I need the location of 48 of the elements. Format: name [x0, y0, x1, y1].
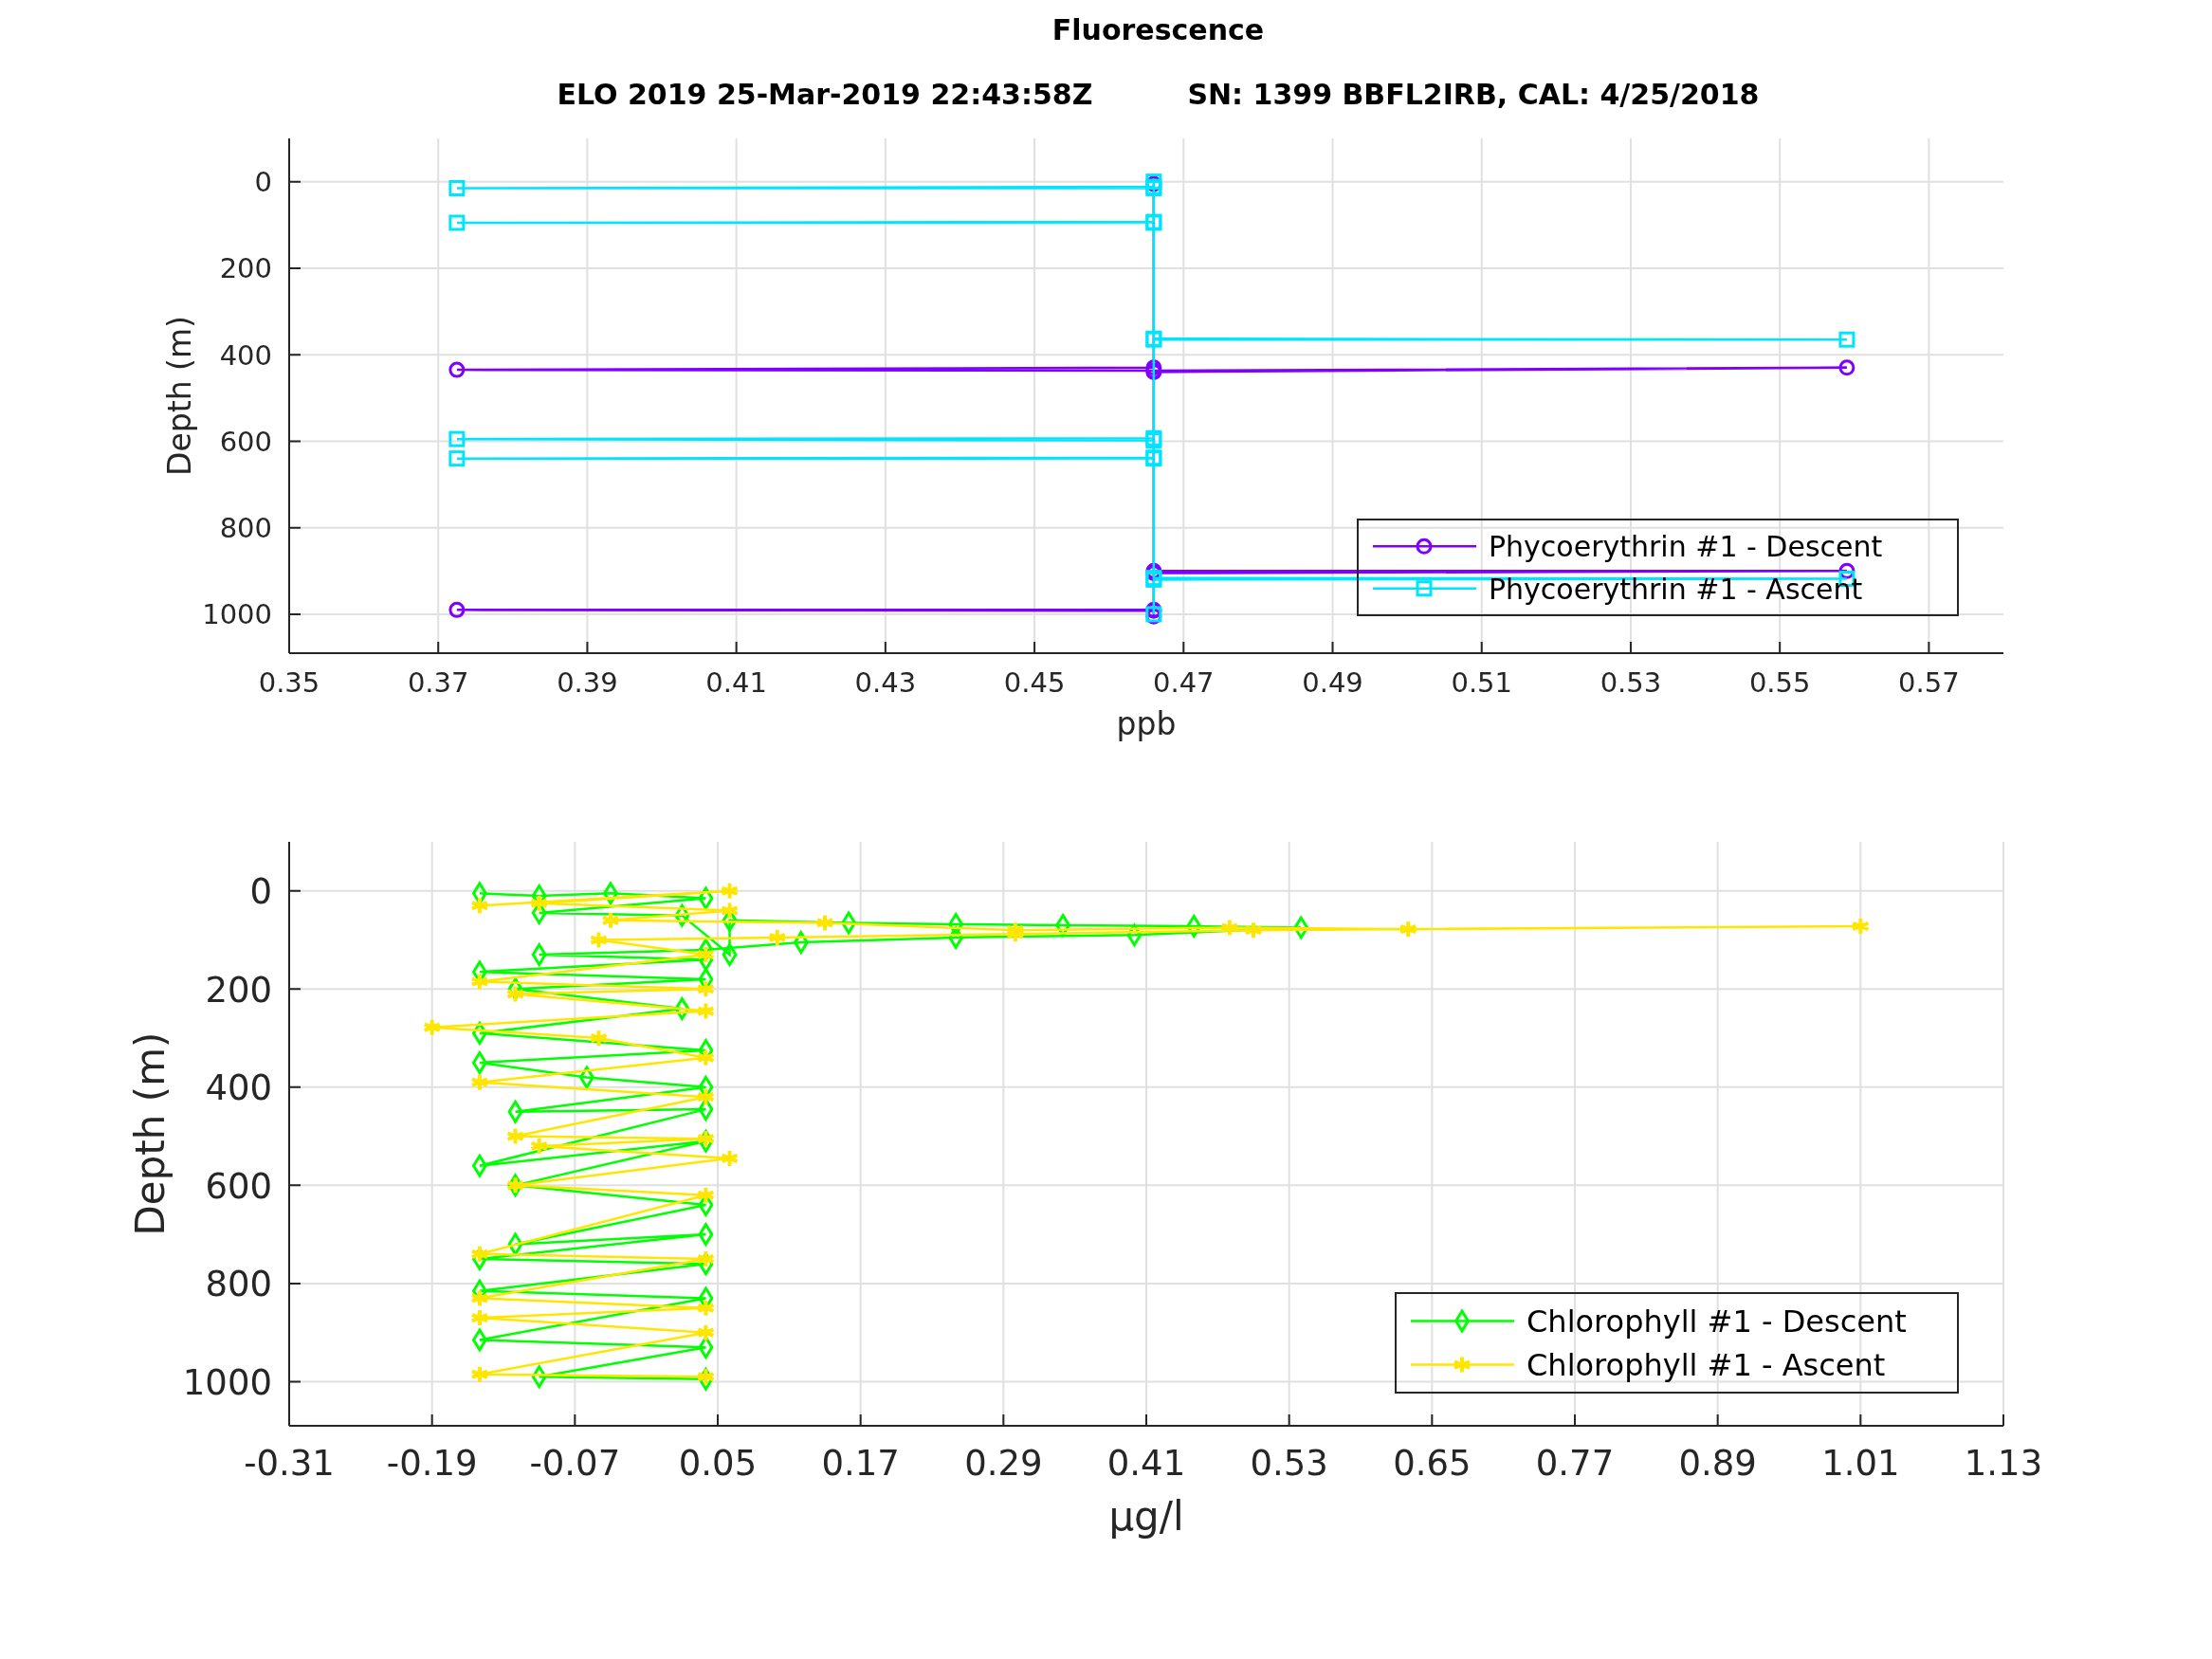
tick-label: 200: [219, 252, 272, 285]
tick-label: 0.55: [1748, 665, 1811, 699]
tick-label: -0.07: [529, 1443, 621, 1485]
tick-label: 0.51: [1451, 665, 1513, 699]
tick-label: 0.65: [1393, 1443, 1472, 1485]
tick-label: 0.05: [678, 1443, 758, 1485]
tick-label: 400: [219, 338, 272, 372]
tick-label: 0.37: [407, 665, 469, 699]
tick-label: 0.41: [1106, 1443, 1186, 1485]
axis-label: Depth (m): [161, 316, 199, 476]
tick-label: 800: [205, 1264, 272, 1305]
tick-label: 0.43: [854, 665, 917, 699]
tick-label: 0.47: [1153, 665, 1215, 699]
chart-subtitle: ELO 2019 25-Mar-2019 22:43:58Z: [557, 77, 1093, 111]
tick-label: 0: [249, 871, 272, 913]
tick-label: 0.53: [1250, 1443, 1328, 1485]
tick-label: 0.57: [1898, 665, 1960, 699]
tick-label: 0.29: [964, 1443, 1043, 1485]
tick-label: 1000: [182, 1362, 272, 1404]
tick-label: 1.01: [1821, 1443, 1900, 1485]
tick-label: 0.35: [258, 665, 320, 699]
axis-label: Depth (m): [126, 1031, 174, 1236]
tick-label: 800: [219, 512, 272, 545]
tick-label: 0.53: [1600, 665, 1662, 699]
tick-label: 400: [205, 1067, 272, 1109]
tick-label: 0.39: [557, 665, 618, 699]
tick-label: 600: [219, 425, 272, 458]
axis-label: μg/l: [1108, 1493, 1184, 1540]
tick-label: 0.41: [705, 665, 767, 699]
legend-label: Chlorophyll #1 - Descent: [1526, 1304, 1907, 1340]
legend-label: Chlorophyll #1 - Ascent: [1526, 1347, 1886, 1384]
tick-label: -0.19: [386, 1443, 478, 1485]
tick-label: 0.89: [1678, 1443, 1757, 1485]
tick-label: 0.49: [1302, 665, 1363, 699]
tick-label: 1.13: [1964, 1443, 2043, 1485]
tick-label: 0: [254, 166, 272, 199]
legend-label: Phycoerythrin #1 - Descent: [1489, 530, 1883, 564]
tick-label: 1000: [202, 598, 272, 631]
tick-label: 0.17: [821, 1443, 900, 1485]
tick-label: -0.31: [244, 1443, 335, 1485]
tick-label: 0.77: [1535, 1443, 1615, 1485]
tick-label: 600: [205, 1166, 272, 1208]
axis-label: ppb: [1116, 705, 1177, 742]
tick-label: 200: [205, 970, 272, 1011]
figure-title: Fluorescence: [1051, 12, 1266, 48]
chart-subtitle: SN: 1399 BBFL2IRB, CAL: 4/25/2018: [1187, 77, 1760, 111]
legend-label: Phycoerythrin #1 - Ascent: [1489, 572, 1863, 606]
tick-label: 0.45: [1003, 665, 1066, 699]
